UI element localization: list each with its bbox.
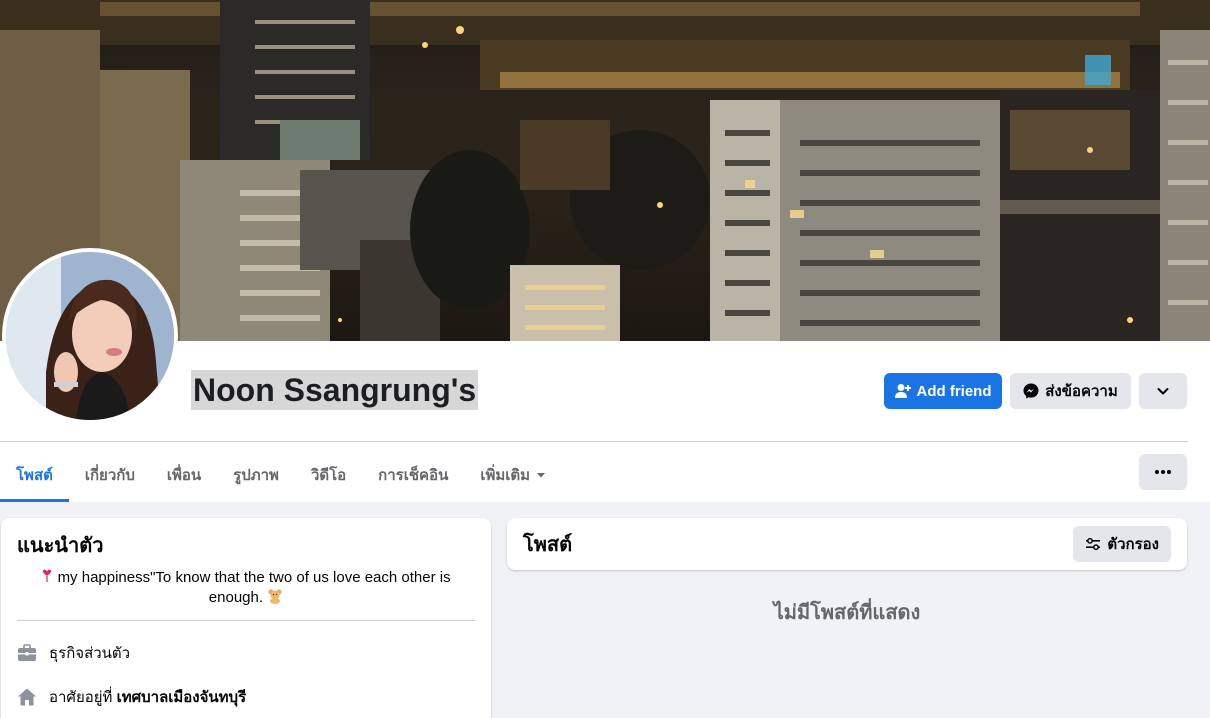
cover-city-night-scene bbox=[0, 0, 1210, 341]
home-icon bbox=[18, 688, 36, 706]
briefcase-icon bbox=[18, 644, 36, 661]
lives-in-prefix: อาศัยอยู่ที่ bbox=[49, 689, 113, 706]
intro-title: แนะนำตัว bbox=[17, 535, 104, 557]
tab-about[interactable]: เกี่ยวกับ bbox=[69, 447, 151, 502]
empty-posts-message: ไม่มีโพสต์ที่แสดง bbox=[773, 602, 921, 624]
posts-title: โพสต์ bbox=[523, 534, 573, 556]
tab-label: เพื่อน bbox=[166, 466, 202, 484]
more-options-button[interactable] bbox=[1139, 454, 1187, 490]
bio-text: my happiness"To know that the two of us … bbox=[17, 568, 475, 608]
caret-down-icon bbox=[537, 472, 546, 477]
filter-label: ตัวกรอง bbox=[1107, 536, 1159, 553]
intro-card: แนะนำตัว my happiness"To know that the t… bbox=[1, 518, 491, 718]
bio-content: my happiness"To know that the two of us … bbox=[57, 569, 451, 606]
lives-in-place-link[interactable]: เทศบาลเมืองจันทบุรี bbox=[117, 689, 247, 706]
tab-label: โพสต์ bbox=[16, 466, 53, 484]
filter-button[interactable]: ตัวกรอง bbox=[1073, 526, 1171, 562]
profile-tabs: โพสต์ เกี่ยวกับ เพื่อน รูปภาพ วิดีโอ การ… bbox=[0, 447, 562, 502]
posts-header-card: โพสต์ ตัวกรอง bbox=[507, 518, 1187, 570]
tab-label: เพิ่มเติม bbox=[480, 466, 531, 484]
add-friend-button[interactable]: Add friend bbox=[884, 373, 1002, 409]
tab-label: วิดีโอ bbox=[310, 466, 347, 484]
tab-friends[interactable]: เพื่อน bbox=[151, 447, 217, 502]
avatar-photo bbox=[6, 252, 174, 420]
cover-photo[interactable] bbox=[0, 0, 1210, 341]
tab-videos[interactable]: วิดีโอ bbox=[295, 447, 362, 502]
tab-posts[interactable]: โพสต์ bbox=[0, 447, 69, 502]
tab-label: การเช็คอิน bbox=[378, 466, 449, 484]
ellipsis-icon bbox=[1155, 470, 1171, 474]
tab-label: รูปภาพ bbox=[233, 466, 279, 484]
messenger-icon bbox=[1023, 383, 1039, 399]
header-divider bbox=[0, 441, 1188, 442]
add-friend-label: Add friend bbox=[916, 382, 992, 400]
profile-avatar[interactable] bbox=[2, 248, 178, 424]
work-text: ธุรกิจส่วนตัว bbox=[49, 645, 131, 662]
bear-emoji-icon bbox=[268, 589, 282, 604]
person-plus-icon bbox=[894, 384, 911, 398]
tab-check-ins[interactable]: การเช็คอิน bbox=[362, 447, 464, 502]
tab-label: เกี่ยวกับ bbox=[84, 466, 135, 484]
intro-work-row: ธุรกิจส่วนตัว bbox=[17, 641, 475, 665]
message-label: ส่งข้อความ bbox=[1045, 383, 1118, 400]
tab-photos[interactable]: รูปภาพ bbox=[217, 447, 295, 502]
profile-options-dropdown[interactable] bbox=[1139, 373, 1187, 409]
intro-divider bbox=[17, 620, 475, 621]
chevron-down-icon bbox=[1157, 388, 1169, 395]
sliders-icon bbox=[1086, 537, 1101, 551]
tab-more[interactable]: เพิ่มเติม bbox=[464, 447, 562, 502]
message-button[interactable]: ส่งข้อความ bbox=[1010, 373, 1131, 409]
intro-lives-row: อาศัยอยู่ที่ เทศบาลเมืองจันทบุรี bbox=[17, 685, 475, 709]
profile-name: Noon Ssangrung's bbox=[191, 370, 479, 410]
heart-emoji-icon bbox=[43, 569, 52, 582]
